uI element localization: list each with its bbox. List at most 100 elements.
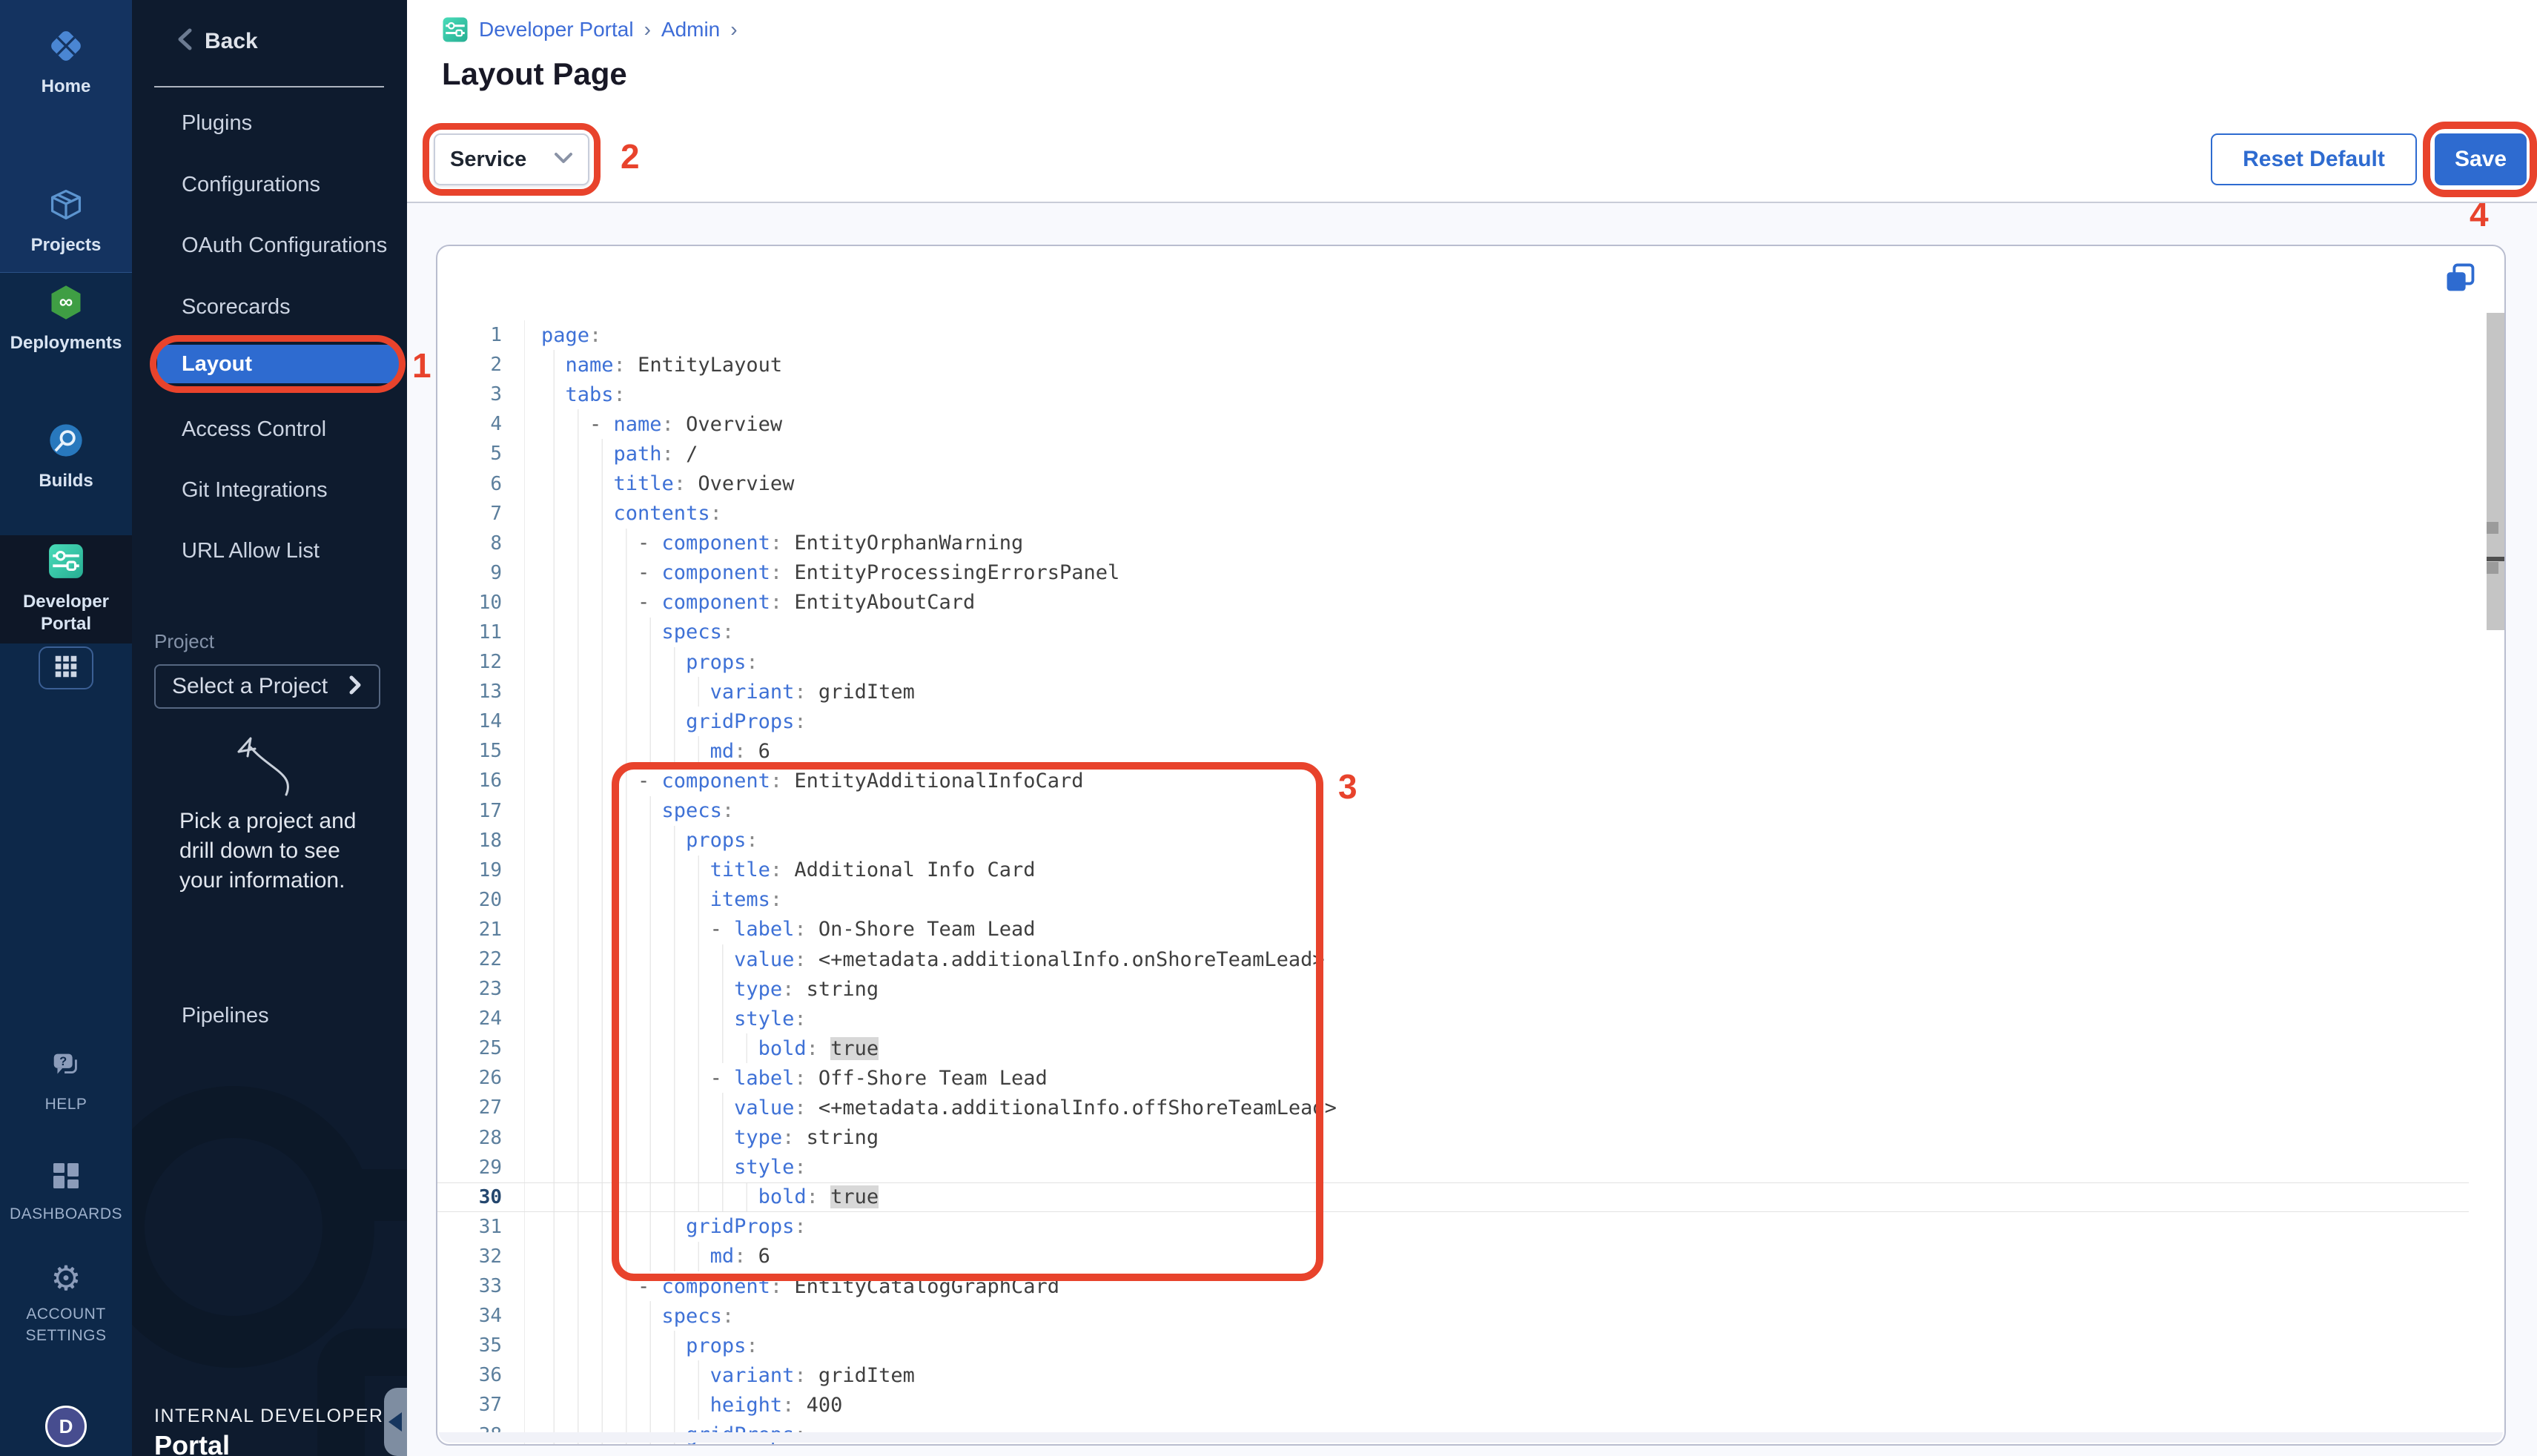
code-line[interactable]: 19title: Additional Info Card bbox=[437, 856, 2469, 885]
code-line[interactable]: 32md: 6 bbox=[437, 1242, 2469, 1271]
subnav-item-url-allow-list[interactable]: URL Allow List bbox=[132, 530, 407, 572]
subnav-item-oauth-configurations[interactable]: OAuth Configurations bbox=[132, 225, 407, 266]
code-line[interactable]: 34specs: bbox=[437, 1301, 2469, 1331]
code-line[interactable]: 9- component: EntityProcessingErrorsPane… bbox=[437, 558, 2469, 588]
code-text: type: string bbox=[525, 1123, 879, 1153]
rail-item-developer-portal[interactable]: DeveloperPortal bbox=[0, 543, 132, 635]
code-line[interactable]: 2name: EntityLayout bbox=[437, 350, 2469, 380]
code-text: - component: EntityCatalogGraphCard bbox=[525, 1271, 1059, 1301]
code-line[interactable]: 6title: Overview bbox=[437, 469, 2469, 498]
rail-item-home[interactable]: Home bbox=[0, 27, 132, 97]
code-line[interactable]: 12props: bbox=[437, 647, 2469, 677]
line-number: 36 bbox=[437, 1360, 525, 1390]
code-line[interactable]: 4- name: Overview bbox=[437, 409, 2469, 439]
code-text: contents: bbox=[525, 499, 722, 529]
subnav-item-pipelines[interactable]: Pipelines bbox=[132, 995, 407, 1036]
developer-portal-icon bbox=[442, 16, 469, 43]
code-line[interactable]: 26- label: Off-Shore Team Lead bbox=[437, 1063, 2469, 1093]
subnav-item-plugins[interactable]: Plugins bbox=[132, 102, 407, 144]
code-line[interactable]: 25bold: true bbox=[437, 1033, 2469, 1063]
scope-select[interactable]: Service bbox=[434, 133, 589, 185]
code-line[interactable]: 30bold: true bbox=[437, 1182, 2469, 1212]
editor-horizontal-scrollbar[interactable] bbox=[439, 1432, 2503, 1443]
line-number: 27 bbox=[437, 1093, 525, 1122]
code-line[interactable]: 7contents: bbox=[437, 499, 2469, 529]
code-line[interactable]: 36variant: gridItem bbox=[437, 1360, 2469, 1390]
line-number: 28 bbox=[437, 1123, 525, 1153]
code-text: specs: bbox=[525, 1301, 734, 1331]
copy-icon[interactable] bbox=[2442, 261, 2478, 297]
code-line[interactable]: 22value: <+metadata.additionalInfo.onSho… bbox=[437, 944, 2469, 974]
line-number: 25 bbox=[437, 1033, 525, 1063]
code-line[interactable]: 5path: / bbox=[437, 439, 2469, 469]
code-line[interactable]: 31gridProps: bbox=[437, 1212, 2469, 1242]
code-line[interactable]: 10- component: EntityAboutCard bbox=[437, 588, 2469, 618]
code-text: variant: gridItem bbox=[525, 677, 915, 707]
chevron-left-icon bbox=[175, 27, 194, 56]
code-line[interactable]: 37height: 400 bbox=[437, 1390, 2469, 1420]
line-number: 33 bbox=[437, 1271, 525, 1301]
code-text: title: Additional Info Card bbox=[525, 856, 1035, 885]
line-number: 11 bbox=[437, 618, 525, 647]
project-select[interactable]: Select a Project bbox=[154, 664, 380, 709]
code-line[interactable]: 29style: bbox=[437, 1153, 2469, 1182]
subnav-item-scorecards[interactable]: Scorecards bbox=[132, 286, 407, 328]
code-line[interactable]: 17specs: bbox=[437, 796, 2469, 826]
line-number: 1 bbox=[437, 320, 525, 350]
subnav-item-access-control[interactable]: Access Control bbox=[132, 408, 407, 450]
code-text: type: string bbox=[525, 974, 879, 1004]
subnav-item-configurations[interactable]: Configurations bbox=[132, 164, 407, 205]
code-line[interactable]: 11specs: bbox=[437, 618, 2469, 647]
project-select-value: Select a Project bbox=[172, 674, 328, 699]
user-avatar[interactable]: D bbox=[45, 1406, 87, 1447]
line-number: 12 bbox=[437, 647, 525, 677]
line-number: 18 bbox=[437, 826, 525, 856]
breadcrumb-link-developer-portal[interactable]: Developer Portal bbox=[479, 18, 634, 42]
code-line[interactable]: 18props: bbox=[437, 826, 2469, 856]
rail-item-account-settings[interactable]: ⚙ ACCOUNT SETTINGS bbox=[0, 1260, 132, 1346]
rail-item-projects[interactable]: Projects bbox=[0, 185, 132, 256]
rail-item-deployments[interactable]: ∞ Deployments bbox=[0, 283, 132, 354]
line-number: 37 bbox=[437, 1390, 525, 1420]
code-text: md: 6 bbox=[525, 1242, 770, 1271]
reset-default-button[interactable]: Reset Default bbox=[2211, 133, 2417, 185]
code-line[interactable]: 16- component: EntityAdditionalInfoCard bbox=[437, 766, 2469, 795]
editor-scrollbar-thumb[interactable] bbox=[2487, 313, 2506, 630]
code-line[interactable]: 27value: <+metadata.additionalInfo.offSh… bbox=[437, 1093, 2469, 1122]
code-line[interactable]: 8- component: EntityOrphanWarning bbox=[437, 529, 2469, 558]
code-line[interactable]: 33- component: EntityCatalogGraphCard bbox=[437, 1271, 2469, 1301]
back-label: Back bbox=[205, 29, 258, 54]
code-text: path: / bbox=[525, 439, 698, 469]
rail-item-help[interactable]: ? HELP bbox=[0, 1048, 132, 1115]
code-line[interactable]: 20items: bbox=[437, 885, 2469, 915]
module-picker-button[interactable] bbox=[39, 646, 93, 689]
save-button[interactable]: Save bbox=[2435, 133, 2527, 185]
line-number: 4 bbox=[437, 409, 525, 439]
sidebar-collapse-button[interactable] bbox=[384, 1388, 407, 1456]
triangle-left-icon bbox=[388, 1412, 402, 1432]
code-line[interactable]: 35props: bbox=[437, 1331, 2469, 1360]
scrollbar-cursor-marker bbox=[2487, 557, 2506, 561]
code-line[interactable]: 24style: bbox=[437, 1004, 2469, 1033]
breadcrumb: Developer Portal › Admin › bbox=[442, 16, 738, 43]
code-line[interactable]: 1page: bbox=[437, 320, 2469, 350]
code-line[interactable]: 13variant: gridItem bbox=[437, 677, 2469, 707]
watermark-ring bbox=[132, 1086, 374, 1368]
code-line[interactable]: 21- label: On-Shore Team Lead bbox=[437, 915, 2469, 944]
rail-item-builds[interactable]: Builds bbox=[0, 421, 132, 492]
rail-item-dashboards[interactable]: DASHBOARDS bbox=[0, 1159, 132, 1225]
subnav-item-git-integrations[interactable]: Git Integrations bbox=[132, 469, 407, 511]
code-line[interactable]: 28type: string bbox=[437, 1123, 2469, 1153]
code-line[interactable]: 23type: string bbox=[437, 974, 2469, 1004]
breadcrumb-link-admin[interactable]: Admin bbox=[661, 18, 720, 42]
code-line[interactable]: 3tabs: bbox=[437, 380, 2469, 409]
back-button[interactable]: Back bbox=[175, 27, 258, 56]
code-text: style: bbox=[525, 1004, 807, 1033]
deployments-icon: ∞ bbox=[47, 283, 85, 325]
chevron-right-icon bbox=[348, 675, 363, 699]
subnav-item-layout[interactable]: Layout bbox=[132, 343, 407, 385]
code-line[interactable]: 15md: 6 bbox=[437, 736, 2469, 766]
code-line[interactable]: 14gridProps: bbox=[437, 707, 2469, 736]
code-lines[interactable]: 1page:2name: EntityLayout3tabs:4- name: … bbox=[437, 320, 2469, 1446]
code-text: items: bbox=[525, 885, 782, 915]
